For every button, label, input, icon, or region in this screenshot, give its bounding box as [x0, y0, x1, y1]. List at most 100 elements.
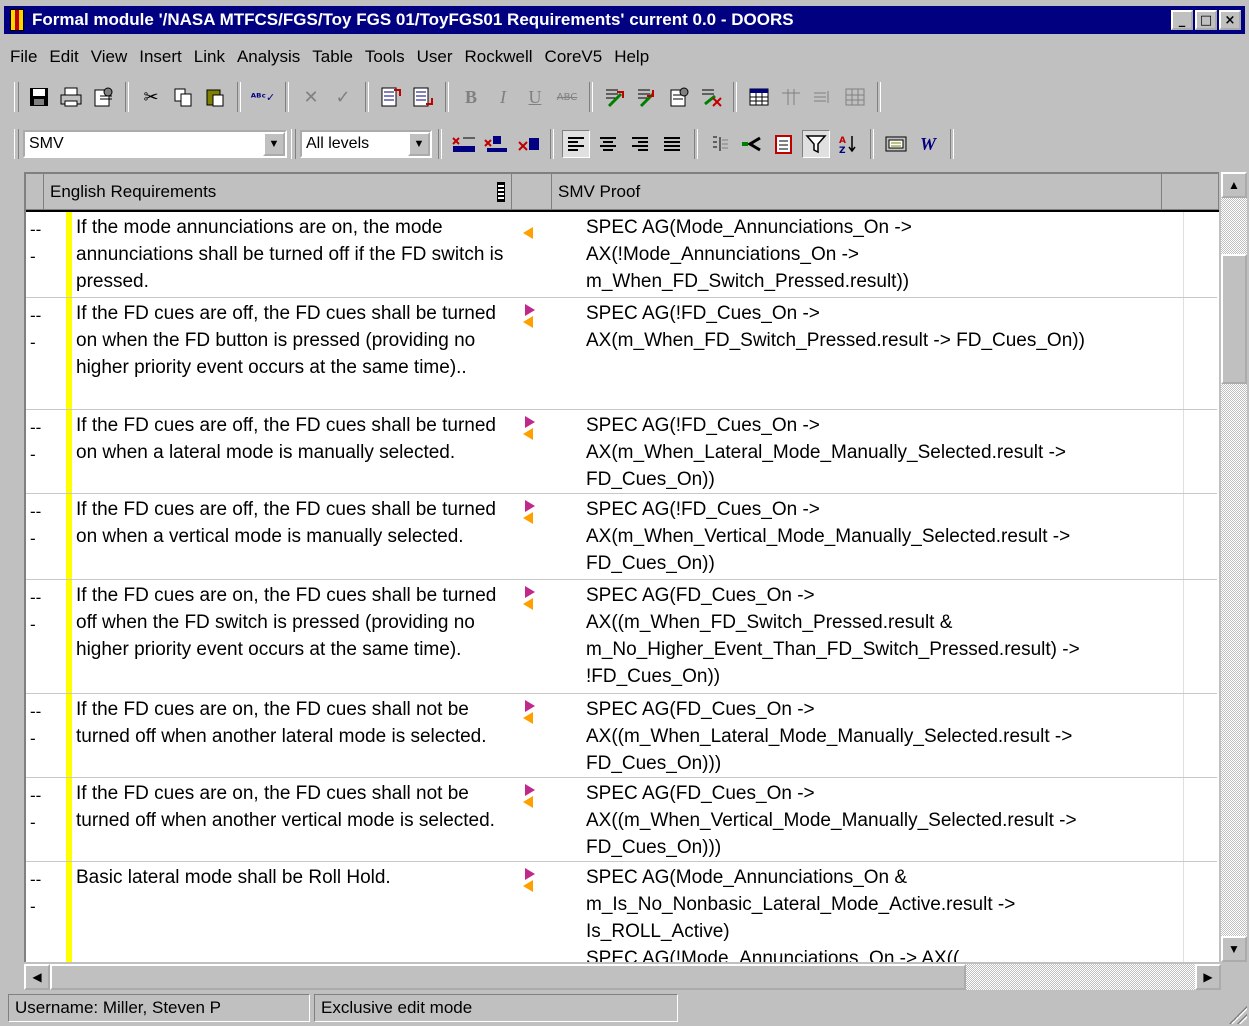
print-icon[interactable] — [57, 83, 85, 111]
scroll-right-icon[interactable]: ▶ — [1195, 964, 1221, 990]
outlink-arrow-icon[interactable] — [525, 784, 535, 796]
toolbar-grip[interactable] — [291, 129, 296, 159]
scroll-left-icon[interactable]: ◀ — [24, 964, 50, 990]
link-indicator[interactable] — [521, 784, 541, 824]
chevron-down-icon[interactable]: ▼ — [408, 132, 430, 156]
link-indicator[interactable] — [521, 868, 541, 908]
column-resize-icon[interactable] — [497, 181, 505, 202]
outlink-arrow-icon[interactable] — [525, 868, 535, 880]
table-icon[interactable] — [745, 83, 773, 111]
menu-view[interactable]: View — [85, 44, 134, 70]
menu-link[interactable]: Link — [188, 44, 231, 70]
smv-proof-text[interactable]: SPEC AG(!FD_Cues_On -> AX(m_When_Lateral… — [586, 412, 1186, 493]
requirement-text[interactable]: If the FD cues are off, the FD cues shal… — [76, 496, 516, 550]
link-indicator[interactable] — [521, 500, 541, 540]
save-icon[interactable] — [25, 83, 53, 111]
table-row[interactable]: -- - Basic lateral mode shall be Roll Ho… — [26, 862, 1217, 962]
scroll-up-icon[interactable]: ▲ — [1221, 172, 1247, 198]
table-row[interactable]: -- - If the FD cues are on, the FD cues … — [26, 694, 1217, 778]
spellcheck-icon[interactable]: ᴬᴮᶜ✓ — [249, 83, 277, 111]
insert-row-icon[interactable] — [809, 83, 837, 111]
link-indicator[interactable] — [521, 700, 541, 740]
filter-c-icon[interactable] — [514, 130, 542, 158]
paste-icon[interactable] — [201, 83, 229, 111]
filter-icon[interactable] — [802, 130, 830, 158]
requirement-text[interactable]: If the FD cues are off, the FD cues shal… — [76, 412, 516, 466]
word-export-icon[interactable]: W — [914, 130, 942, 158]
table-row[interactable]: -- - If the mode annunciations are on, t… — [26, 212, 1217, 298]
link-indicator[interactable] — [521, 218, 541, 258]
inlink-arrow-icon[interactable] — [523, 316, 533, 328]
menu-analysis[interactable]: Analysis — [231, 44, 306, 70]
view-select[interactable]: SMV ▼ — [23, 130, 287, 158]
link-properties-icon[interactable] — [665, 83, 693, 111]
check-icon[interactable]: ✓ — [329, 83, 357, 111]
table-row[interactable]: -- - If the FD cues are on, the FD cues … — [26, 580, 1217, 694]
vertical-scroll-thumb[interactable] — [1221, 254, 1247, 384]
maximize-button[interactable]: □ — [1195, 10, 1217, 30]
toolbar-grip[interactable] — [14, 129, 19, 159]
delete-icon[interactable]: ✕ — [297, 83, 325, 111]
close-button[interactable]: × — [1219, 10, 1241, 30]
bold-icon[interactable]: B — [457, 83, 485, 111]
properties-icon[interactable] — [89, 83, 117, 111]
toolbar-grip[interactable] — [14, 82, 19, 112]
outlink-arrow-icon[interactable] — [525, 500, 535, 512]
inlink-arrow-icon[interactable] — [523, 512, 533, 524]
menu-help[interactable]: Help — [608, 44, 655, 70]
smv-proof-text[interactable]: SPEC AG(Mode_Annunciations_On -> AX(!Mod… — [586, 214, 1186, 295]
align-justify-icon[interactable] — [658, 130, 686, 158]
inlink-arrow-icon[interactable] — [523, 227, 533, 239]
menu-insert[interactable]: Insert — [133, 44, 188, 70]
level-select[interactable]: All levels ▼ — [300, 130, 432, 158]
dxl-icon[interactable] — [882, 130, 910, 158]
menu-edit[interactable]: Edit — [43, 44, 84, 70]
module-grid[interactable]: English Requirements SMV Proof -- - If t… — [24, 172, 1219, 962]
minimize-button[interactable]: _ — [1171, 10, 1193, 30]
smv-proof-text[interactable]: SPEC AG(!FD_Cues_On -> AX(m_When_FD_Swit… — [586, 300, 1186, 354]
ole-icon[interactable] — [770, 130, 798, 158]
smv-proof-text[interactable]: SPEC AG(FD_Cues_On -> AX((m_When_FD_Swit… — [586, 582, 1186, 690]
copy-icon[interactable] — [169, 83, 197, 111]
smv-proof-text[interactable]: SPEC AG(!FD_Cues_On -> AX(m_When_Vertica… — [586, 496, 1186, 577]
table-row[interactable]: -- - If the FD cues are off, the FD cues… — [26, 298, 1217, 410]
horizontal-scroll-thumb[interactable] — [50, 964, 966, 990]
menu-tools[interactable]: Tools — [359, 44, 411, 70]
link-indicator[interactable] — [521, 304, 541, 344]
menu-table[interactable]: Table — [306, 44, 359, 70]
title-bar[interactable]: Formal module '/NASA MTFCS/FGS/Toy FGS 0… — [4, 6, 1245, 34]
table-row[interactable]: -- - If the FD cues are on, the FD cues … — [26, 778, 1217, 862]
link-out-icon[interactable] — [601, 83, 629, 111]
link-delete-icon[interactable] — [697, 83, 725, 111]
insert-after-icon[interactable] — [409, 83, 437, 111]
align-right-icon[interactable] — [626, 130, 654, 158]
requirement-text[interactable]: If the FD cues are on, the FD cues shall… — [76, 582, 516, 663]
horizontal-scrollbar[interactable]: ◀ ▶ — [24, 964, 1221, 990]
link-arrow-icon[interactable] — [738, 130, 766, 158]
vertical-scrollbar[interactable]: ▲ ▼ — [1221, 172, 1247, 962]
link-indicator[interactable] — [521, 586, 541, 626]
smv-proof-text[interactable]: SPEC AG(FD_Cues_On -> AX((m_When_Vertica… — [586, 780, 1186, 861]
smv-proof-text[interactable]: SPEC AG(Mode_Annunciations_On & m_Is_No_… — [586, 864, 1186, 962]
outlink-arrow-icon[interactable] — [525, 304, 535, 316]
cut-icon[interactable]: ✂ — [137, 83, 165, 111]
requirement-text[interactable]: If the mode annunciations are on, the mo… — [76, 214, 516, 295]
underline-icon[interactable]: U — [521, 83, 549, 111]
requirement-text[interactable]: If the FD cues are off, the FD cues shal… — [76, 300, 516, 381]
italic-icon[interactable]: I — [489, 83, 517, 111]
table-row[interactable]: -- - If the FD cues are off, the FD cues… — [26, 494, 1217, 580]
column-header-english[interactable]: English Requirements — [44, 174, 512, 210]
outlink-arrow-icon[interactable] — [525, 586, 535, 598]
insert-before-icon[interactable] — [377, 83, 405, 111]
chevron-down-icon[interactable]: ▼ — [263, 132, 285, 156]
strikethrough-icon[interactable]: ABC — [553, 83, 581, 111]
outlink-arrow-icon[interactable] — [525, 416, 535, 428]
inlink-arrow-icon[interactable] — [523, 712, 533, 724]
resize-grip-icon[interactable] — [1227, 1004, 1247, 1024]
inlink-arrow-icon[interactable] — [523, 796, 533, 808]
column-header-smv[interactable]: SMV Proof — [552, 174, 1162, 210]
requirement-text[interactable]: If the FD cues are on, the FD cues shall… — [76, 780, 516, 834]
sort-icon[interactable]: AZ — [834, 130, 862, 158]
inlink-arrow-icon[interactable] — [523, 598, 533, 610]
menu-rockwell[interactable]: Rockwell — [459, 44, 539, 70]
